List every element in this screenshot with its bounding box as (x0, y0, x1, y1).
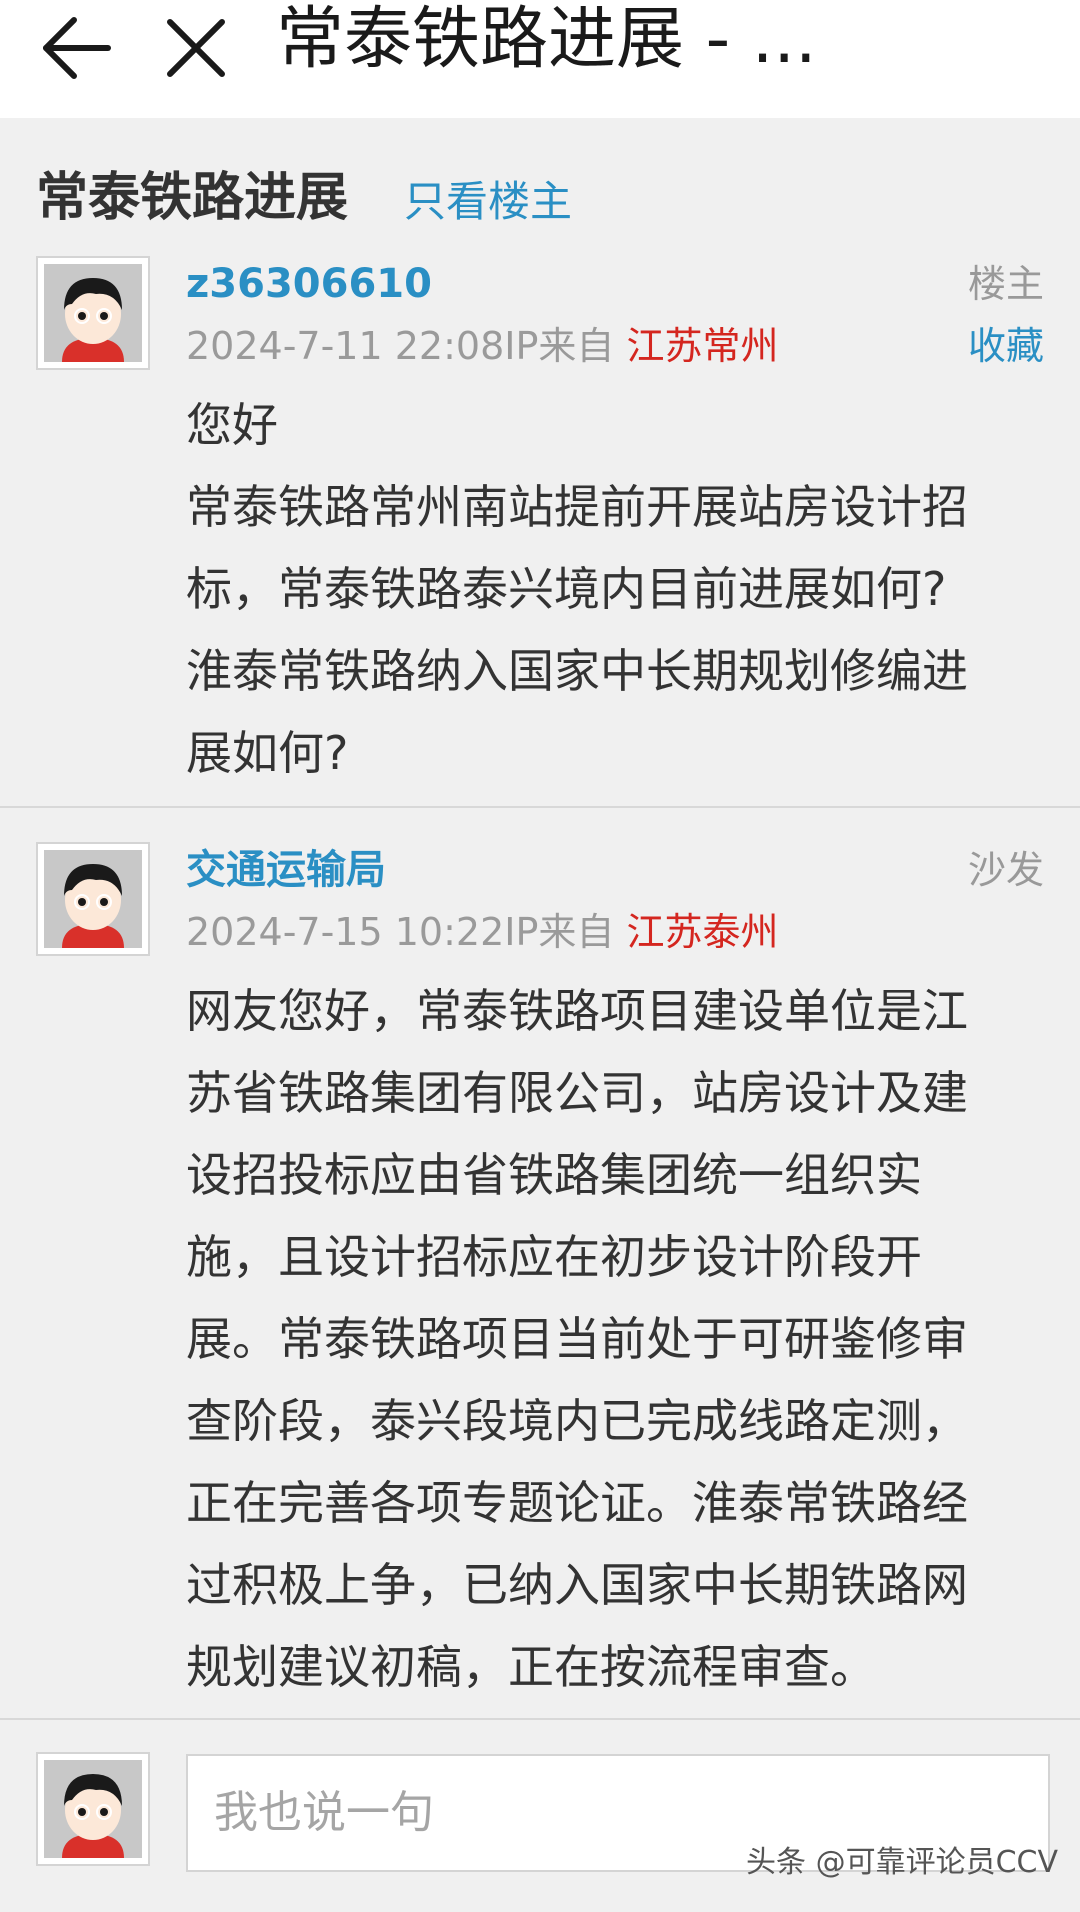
post-floor-tag: 楼主 (967, 262, 1044, 306)
post-username[interactable]: z36306610 (186, 254, 432, 314)
divider (0, 806, 1080, 808)
post-line: 苏省铁路集团有限公司，站房设计及建 (186, 1066, 968, 1120)
post-line: 过积极上争，已纳入国家中长期铁路网 (186, 1558, 968, 1612)
post-line: 规划建议初稿，正在按流程审查。 (186, 1640, 876, 1694)
post-line: 常泰铁路常州南站提前开展站房设计招 (186, 480, 968, 534)
post-meta: 2024-7-15 10:22IP来自 江苏泰州 (186, 902, 778, 962)
post-line: 标，常泰铁路泰兴境内目前进展如何? (186, 562, 947, 616)
post-floor-tag: 沙发 (967, 848, 1044, 892)
avatar[interactable] (36, 256, 150, 370)
post-line: 您好 (186, 398, 278, 452)
avatar-icon (44, 264, 142, 362)
post-line: 设招投标应由省铁路集团统一组织实 (186, 1148, 922, 1202)
thread-title: 常泰铁路进展 (36, 168, 349, 228)
avatar-icon (44, 850, 142, 948)
avatar[interactable] (36, 1752, 150, 1866)
thread-content: 常泰铁路进展 只看楼主 z36306610 楼主 2024-7-11 22:08… (0, 118, 1080, 1912)
post-username[interactable]: 交通运输局 (186, 840, 386, 900)
post-line: 展。常泰铁路项目当前处于可研鉴修审 (186, 1312, 968, 1366)
post-location: 江苏常州 (626, 324, 779, 368)
avatar[interactable] (36, 842, 150, 956)
page-title: 常泰铁路进展 - ... (276, 0, 817, 79)
page: 常泰铁路进展 - ... 常泰铁路进展 只看楼主 z36306610 楼主 20… (0, 0, 1080, 1912)
reply-placeholder: 我也说一句 (214, 1787, 434, 1838)
post-location: 江苏泰州 (626, 910, 779, 954)
post-line: 展如何? (186, 726, 349, 780)
back-arrow-icon[interactable] (38, 8, 118, 88)
watermark: 头条 @可靠评论员CCV (746, 1845, 1058, 1880)
post-time-ip: 2024-7-11 22:08IP来自 (186, 324, 627, 368)
only-op-link[interactable]: 只看楼主 (404, 166, 572, 238)
avatar-icon (44, 1760, 142, 1858)
close-icon[interactable] (162, 8, 232, 88)
post-body: 网友您好，常泰铁路项目建设单位是江 苏省铁路集团有限公司，站房设计及建 设招投标… (186, 970, 1046, 1708)
post-time-ip: 2024-7-15 10:22IP来自 (186, 910, 627, 954)
post-line: 查阶段，泰兴段境内已完成线路定测， (186, 1394, 968, 1448)
post-body: 您好 常泰铁路常州南站提前开展站房设计招 标，常泰铁路泰兴境内目前进展如何? 淮… (186, 384, 1046, 794)
favorite-button[interactable]: 收藏 (968, 316, 1044, 376)
post-line: 正在完善各项专题论证。淮泰常铁路经 (186, 1476, 968, 1530)
post-line: 淮泰常铁路纳入国家中长期规划修编进 (186, 644, 968, 698)
top-bar: 常泰铁路进展 - ... (0, 0, 1080, 118)
post-line: 施，且设计招标应在初步设计阶段开 (186, 1230, 922, 1284)
post-line: 网友您好，常泰铁路项目建设单位是江 (186, 984, 968, 1038)
divider (0, 1718, 1080, 1720)
post-meta: 2024-7-11 22:08IP来自 江苏常州 (186, 316, 778, 376)
